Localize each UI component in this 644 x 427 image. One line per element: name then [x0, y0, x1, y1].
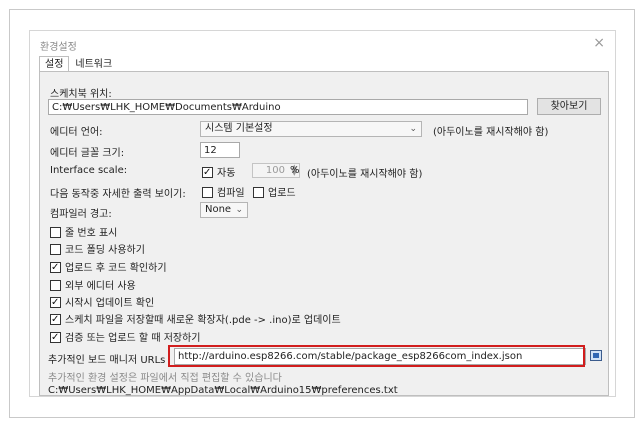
option-checkbox[interactable]: [50, 227, 61, 238]
option-label: 스케치 파일을 저장할때 새로운 확장자(.pde -> .ino)로 업데이트: [65, 315, 341, 326]
option-checkbox[interactable]: [50, 314, 61, 325]
option-checkbox[interactable]: [50, 297, 61, 308]
settings-panel: 스케치북 위치: C:₩Users₩LHK_HOME₩Documents₩Ard…: [39, 71, 609, 396]
verbose-upload-label: 업로드: [268, 188, 296, 199]
font-size-label: 에디터 글꼴 크기:: [50, 148, 125, 159]
tab-bar: 설정 네트워크: [39, 56, 118, 72]
sketchbook-label: 스케치북 위치:: [50, 89, 112, 100]
option-label: 줄 번호 표시: [65, 228, 118, 239]
editor-language-label: 에디터 언어:: [50, 127, 103, 138]
interface-scale-note: (아두이노를 재시작해야 함): [307, 169, 423, 180]
editor-language-note: (아두이노를 재시작해야 함): [433, 127, 549, 138]
option-checkbox[interactable]: [50, 280, 61, 291]
url-highlight-box: [168, 345, 585, 367]
editor-language-value: 시스템 기본설정: [205, 123, 273, 134]
option-label: 시작시 업데이트 확인: [65, 298, 155, 309]
option-label: 검증 또는 업로드 할 때 저장하기: [65, 333, 201, 344]
chevron-down-icon: ⌄: [235, 205, 243, 215]
option-check-updates[interactable]: 시작시 업데이트 확인: [50, 294, 154, 309]
option-label: 외부 에디터 사용: [65, 281, 136, 292]
tab-settings[interactable]: 설정: [39, 56, 70, 72]
preferences-file-note: 추가적인 환경 설정은 파일에서 직접 편집할 수 있습니다: [48, 373, 282, 384]
auto-scale-checkbox[interactable]: [202, 167, 213, 178]
verbose-compile-checkbox[interactable]: [202, 187, 213, 198]
verbose-upload[interactable]: 업로드: [253, 184, 296, 199]
option-checkbox[interactable]: [50, 262, 61, 273]
interface-scale-label: Interface scale:: [50, 165, 128, 176]
verbose-compile[interactable]: 컴파일: [202, 184, 245, 199]
option-verify-after-upload[interactable]: 업로드 후 코드 확인하기: [50, 259, 167, 274]
verbose-label: 다음 동작중 자세한 출력 보이기:: [50, 189, 186, 200]
interface-scale-unit: %: [290, 165, 300, 176]
option-line-numbers[interactable]: 줄 번호 표시: [50, 224, 117, 239]
compiler-warnings-value: None: [205, 204, 232, 215]
close-icon[interactable]: ×: [593, 35, 605, 51]
option-update-extension[interactable]: 스케치 파일을 저장할때 새로운 확장자(.pde -> .ino)로 업데이트: [50, 311, 341, 326]
dialog-title: 환경설정: [40, 42, 77, 53]
window-icon[interactable]: [590, 350, 602, 361]
option-code-folding[interactable]: 코드 폴딩 사용하기: [50, 241, 145, 256]
tab-network[interactable]: 네트워크: [69, 56, 118, 72]
compiler-warnings-select[interactable]: None ⌄: [200, 202, 248, 218]
compiler-warnings-label: 컴파일러 경고:: [50, 209, 112, 220]
option-label: 코드 폴딩 사용하기: [65, 245, 145, 256]
preferences-dialog: 환경설정 × 설정 네트워크 스케치북 위치: C:₩Users₩LHK_HOM…: [29, 30, 616, 397]
option-checkbox[interactable]: [50, 332, 61, 343]
sketchbook-path-input[interactable]: C:₩Users₩LHK_HOME₩Documents₩Arduino: [48, 99, 528, 115]
interface-scale-value: 100: [265, 165, 285, 176]
option-external-editor[interactable]: 외부 에디터 사용: [50, 277, 136, 292]
option-checkbox[interactable]: [50, 244, 61, 255]
verbose-upload-checkbox[interactable]: [253, 187, 264, 198]
verbose-compile-label: 컴파일: [217, 188, 245, 199]
browse-button[interactable]: 찾아보기: [537, 98, 601, 115]
editor-language-select[interactable]: 시스템 기본설정 ⌄: [200, 121, 422, 137]
auto-scale-label: 자동: [217, 168, 236, 179]
font-size-input[interactable]: 12: [200, 142, 240, 158]
preferences-file-path[interactable]: C:₩Users₩LHK_HOME₩AppData₩Local₩Arduino1…: [48, 385, 398, 396]
option-save-on-verify[interactable]: 검증 또는 업로드 할 때 저장하기: [50, 329, 201, 344]
chevron-down-icon: ⌄: [409, 124, 417, 134]
board-manager-label: 추가적인 보드 매니저 URLs: [48, 355, 166, 366]
option-label: 업로드 후 코드 확인하기: [65, 263, 167, 274]
interface-scale-auto[interactable]: 자동: [202, 164, 235, 179]
